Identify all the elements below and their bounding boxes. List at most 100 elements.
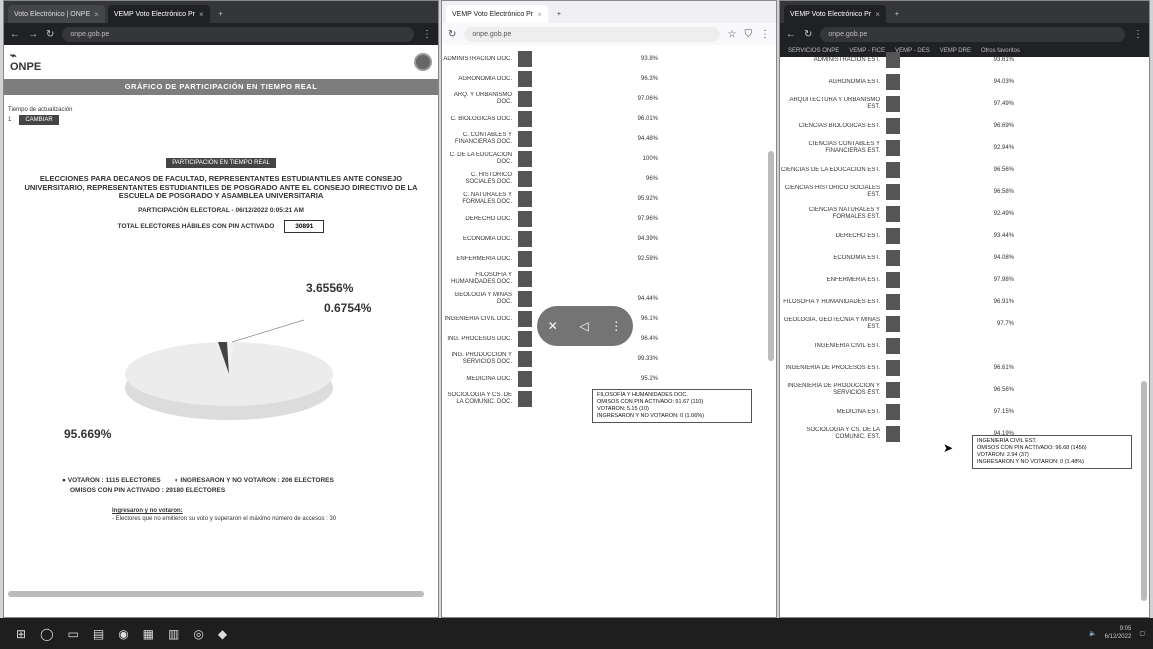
row-bar[interactable] [886,316,900,332]
list-item[interactable]: ADMINISTRACIÓN EST. 93.61% [780,49,1139,71]
row-bar[interactable] [518,191,532,207]
list-item[interactable]: CIENCIAS BIOLÓGICAS EST. 96.69% [780,115,1139,137]
list-item[interactable]: AGRONOMÍA EST. 94.03% [780,71,1139,93]
chrome-icon[interactable]: ◉ [118,627,128,641]
list-item[interactable]: DERECHO DOC. 97.96% [442,209,768,229]
row-bar[interactable] [886,338,900,354]
row-bar[interactable] [518,271,532,287]
new-tab-button[interactable]: + [213,5,229,23]
list-item[interactable]: FILOSOFÍA Y HUMANIDADES DOC. [442,269,768,289]
close-icon[interactable]: × [94,10,99,19]
close-icon[interactable]: × [875,10,880,19]
row-bar[interactable] [886,360,900,376]
new-tab-button[interactable]: + [889,5,905,23]
mute-icon[interactable]: ◁ [579,319,588,333]
row-bar[interactable] [886,74,900,90]
row-bar[interactable] [518,351,532,367]
row-bar[interactable] [518,51,532,67]
list-item[interactable]: CIENCIAS NATURALES Y FORMALES EST. 92.49% [780,203,1139,225]
row-bar[interactable] [886,140,900,156]
reload-icon[interactable]: ↻ [46,29,54,40]
row-bar[interactable] [886,162,900,178]
star-icon[interactable]: ☆ [728,29,737,40]
row-bar[interactable] [886,426,900,442]
row-bar[interactable] [518,331,532,347]
change-button[interactable]: CAMBIAR [19,115,59,125]
clock-time[interactable]: 9:05 [1105,626,1132,633]
back-icon[interactable]: ← [786,29,796,40]
list-item[interactable]: CIENCIAS HISTÓRICO SOCIALES EST. 96.58% [780,181,1139,203]
tab-vemp[interactable]: VEMP Voto Electrónico Pr × [107,5,210,23]
row-bar[interactable] [886,272,900,288]
row-bar[interactable] [518,171,532,187]
row-bar[interactable] [518,131,532,147]
close-icon[interactable]: × [199,10,204,19]
reload-icon[interactable]: ↻ [448,29,456,40]
list-item[interactable]: C. BIOLÓGICAS DOC. 96.01% [442,109,768,129]
tab-voto-electronico[interactable]: Voto Electrónico | ONPE × [8,5,105,23]
back-icon[interactable]: ← [10,29,20,40]
clock-date[interactable]: 6/12/2022 [1105,634,1132,641]
task-view-icon[interactable]: ▭ [68,627,79,641]
vertical-scrollbar[interactable] [1141,381,1147,601]
row-bar[interactable] [886,404,900,420]
list-item[interactable]: INGENIERÍA DE PROCESOS EST. 96.61% [780,357,1139,379]
app-icon[interactable]: ▦ [143,627,154,641]
reload-icon[interactable]: ↻ [804,29,812,40]
list-item[interactable]: CIENCIAS CONTABLES Y FINANCIERAS EST. 92.… [780,137,1139,159]
row-bar[interactable] [518,251,532,267]
vertical-scrollbar[interactable] [768,151,774,361]
pin-off-icon[interactable]: ✕ [548,319,558,333]
list-item[interactable]: ENFERMERÍA DOC. 92.58% [442,249,768,269]
row-bar[interactable] [886,96,900,112]
row-bar[interactable] [886,206,900,222]
list-item[interactable]: INGENIERÍA DE PRODUCCIÓN Y SERVICIOS EST… [780,379,1139,401]
menu-icon[interactable]: ⋮ [422,29,432,40]
row-bar[interactable] [886,250,900,266]
list-item[interactable]: MEDICINA DOC. 95.2% [442,369,768,389]
explorer-icon[interactable]: ▤ [93,627,104,641]
list-item[interactable]: CIENCIAS DE LA EDUCACIÓN EST. 96.56% [780,159,1139,181]
list-item[interactable]: GEOLOGÍA, GEOTECNIA Y MINAS EST. 97.7% [780,313,1139,335]
list-item[interactable]: ECONOMÍA EST. 94.08% [780,247,1139,269]
list-item[interactable]: ARQUITECTURA Y URBANISMO EST. 97.49% [780,93,1139,115]
row-bar[interactable] [518,71,532,87]
list-item[interactable]: ARQ. Y URBANISMO DOC. 97.06% [442,89,768,109]
list-item[interactable]: ENFERMERÍA EST. 97.98% [780,269,1139,291]
horizontal-scrollbar[interactable] [8,591,424,597]
search-icon[interactable]: ◯ [40,627,53,641]
list-item[interactable]: C. HISTÓRICO SOCIALES DOC. 96% [442,169,768,189]
windows-start-icon[interactable]: ⊞ [16,627,26,641]
row-bar[interactable] [518,311,532,327]
notification-icon[interactable]: ▢ [1139,630,1145,637]
list-item[interactable]: ING. PRODUCCIÓN Y SERVICIOS DOC. 99.33% [442,349,768,369]
menu-icon[interactable]: ⋮ [760,29,770,40]
app-icon[interactable]: ◎ [193,627,203,641]
row-bar[interactable] [886,294,900,310]
row-bar[interactable] [518,151,532,167]
list-item[interactable]: ADMINISTRACIÓN DOC. 93.8% [442,49,768,69]
list-item[interactable]: C. NATURALES Y FORMALES DOC. 95.92% [442,189,768,209]
tab-vemp[interactable]: VEMP Voto Electrónico Pr × [784,5,886,23]
list-item[interactable]: MEDICINA EST. 97.15% [780,401,1139,423]
refresh-value[interactable]: 1 [8,117,11,123]
close-icon[interactable]: × [537,10,542,19]
forward-icon[interactable]: → [28,29,38,40]
row-bar[interactable] [886,118,900,134]
list-item[interactable]: ECONOMÍA DOC. 94.39% [442,229,768,249]
row-bar[interactable] [886,228,900,244]
app-icon[interactable]: ▥ [168,627,179,641]
tab-vemp[interactable]: VEMP Voto Electrónico Pr × [446,5,548,23]
row-bar[interactable] [518,231,532,247]
list-item[interactable]: AGRONOMÍA DOC. 96.3% [442,69,768,89]
row-bar[interactable] [886,52,900,68]
list-item[interactable]: DERECHO EST. 93.44% [780,225,1139,247]
address-bar[interactable]: onpe.gob.pe [464,26,720,42]
row-bar[interactable] [518,371,532,387]
list-item[interactable]: C. CONTABLES Y FINANCIERAS DOC. 94.48% [442,129,768,149]
row-bar[interactable] [518,111,532,127]
list-item[interactable]: FILOSOFÍA Y HUMANIDADES EST. 96.91% [780,291,1139,313]
address-bar[interactable]: onpe.gob.pe [62,26,414,42]
row-bar[interactable] [886,184,900,200]
address-bar[interactable]: onpe.gob.pe [820,26,1125,42]
